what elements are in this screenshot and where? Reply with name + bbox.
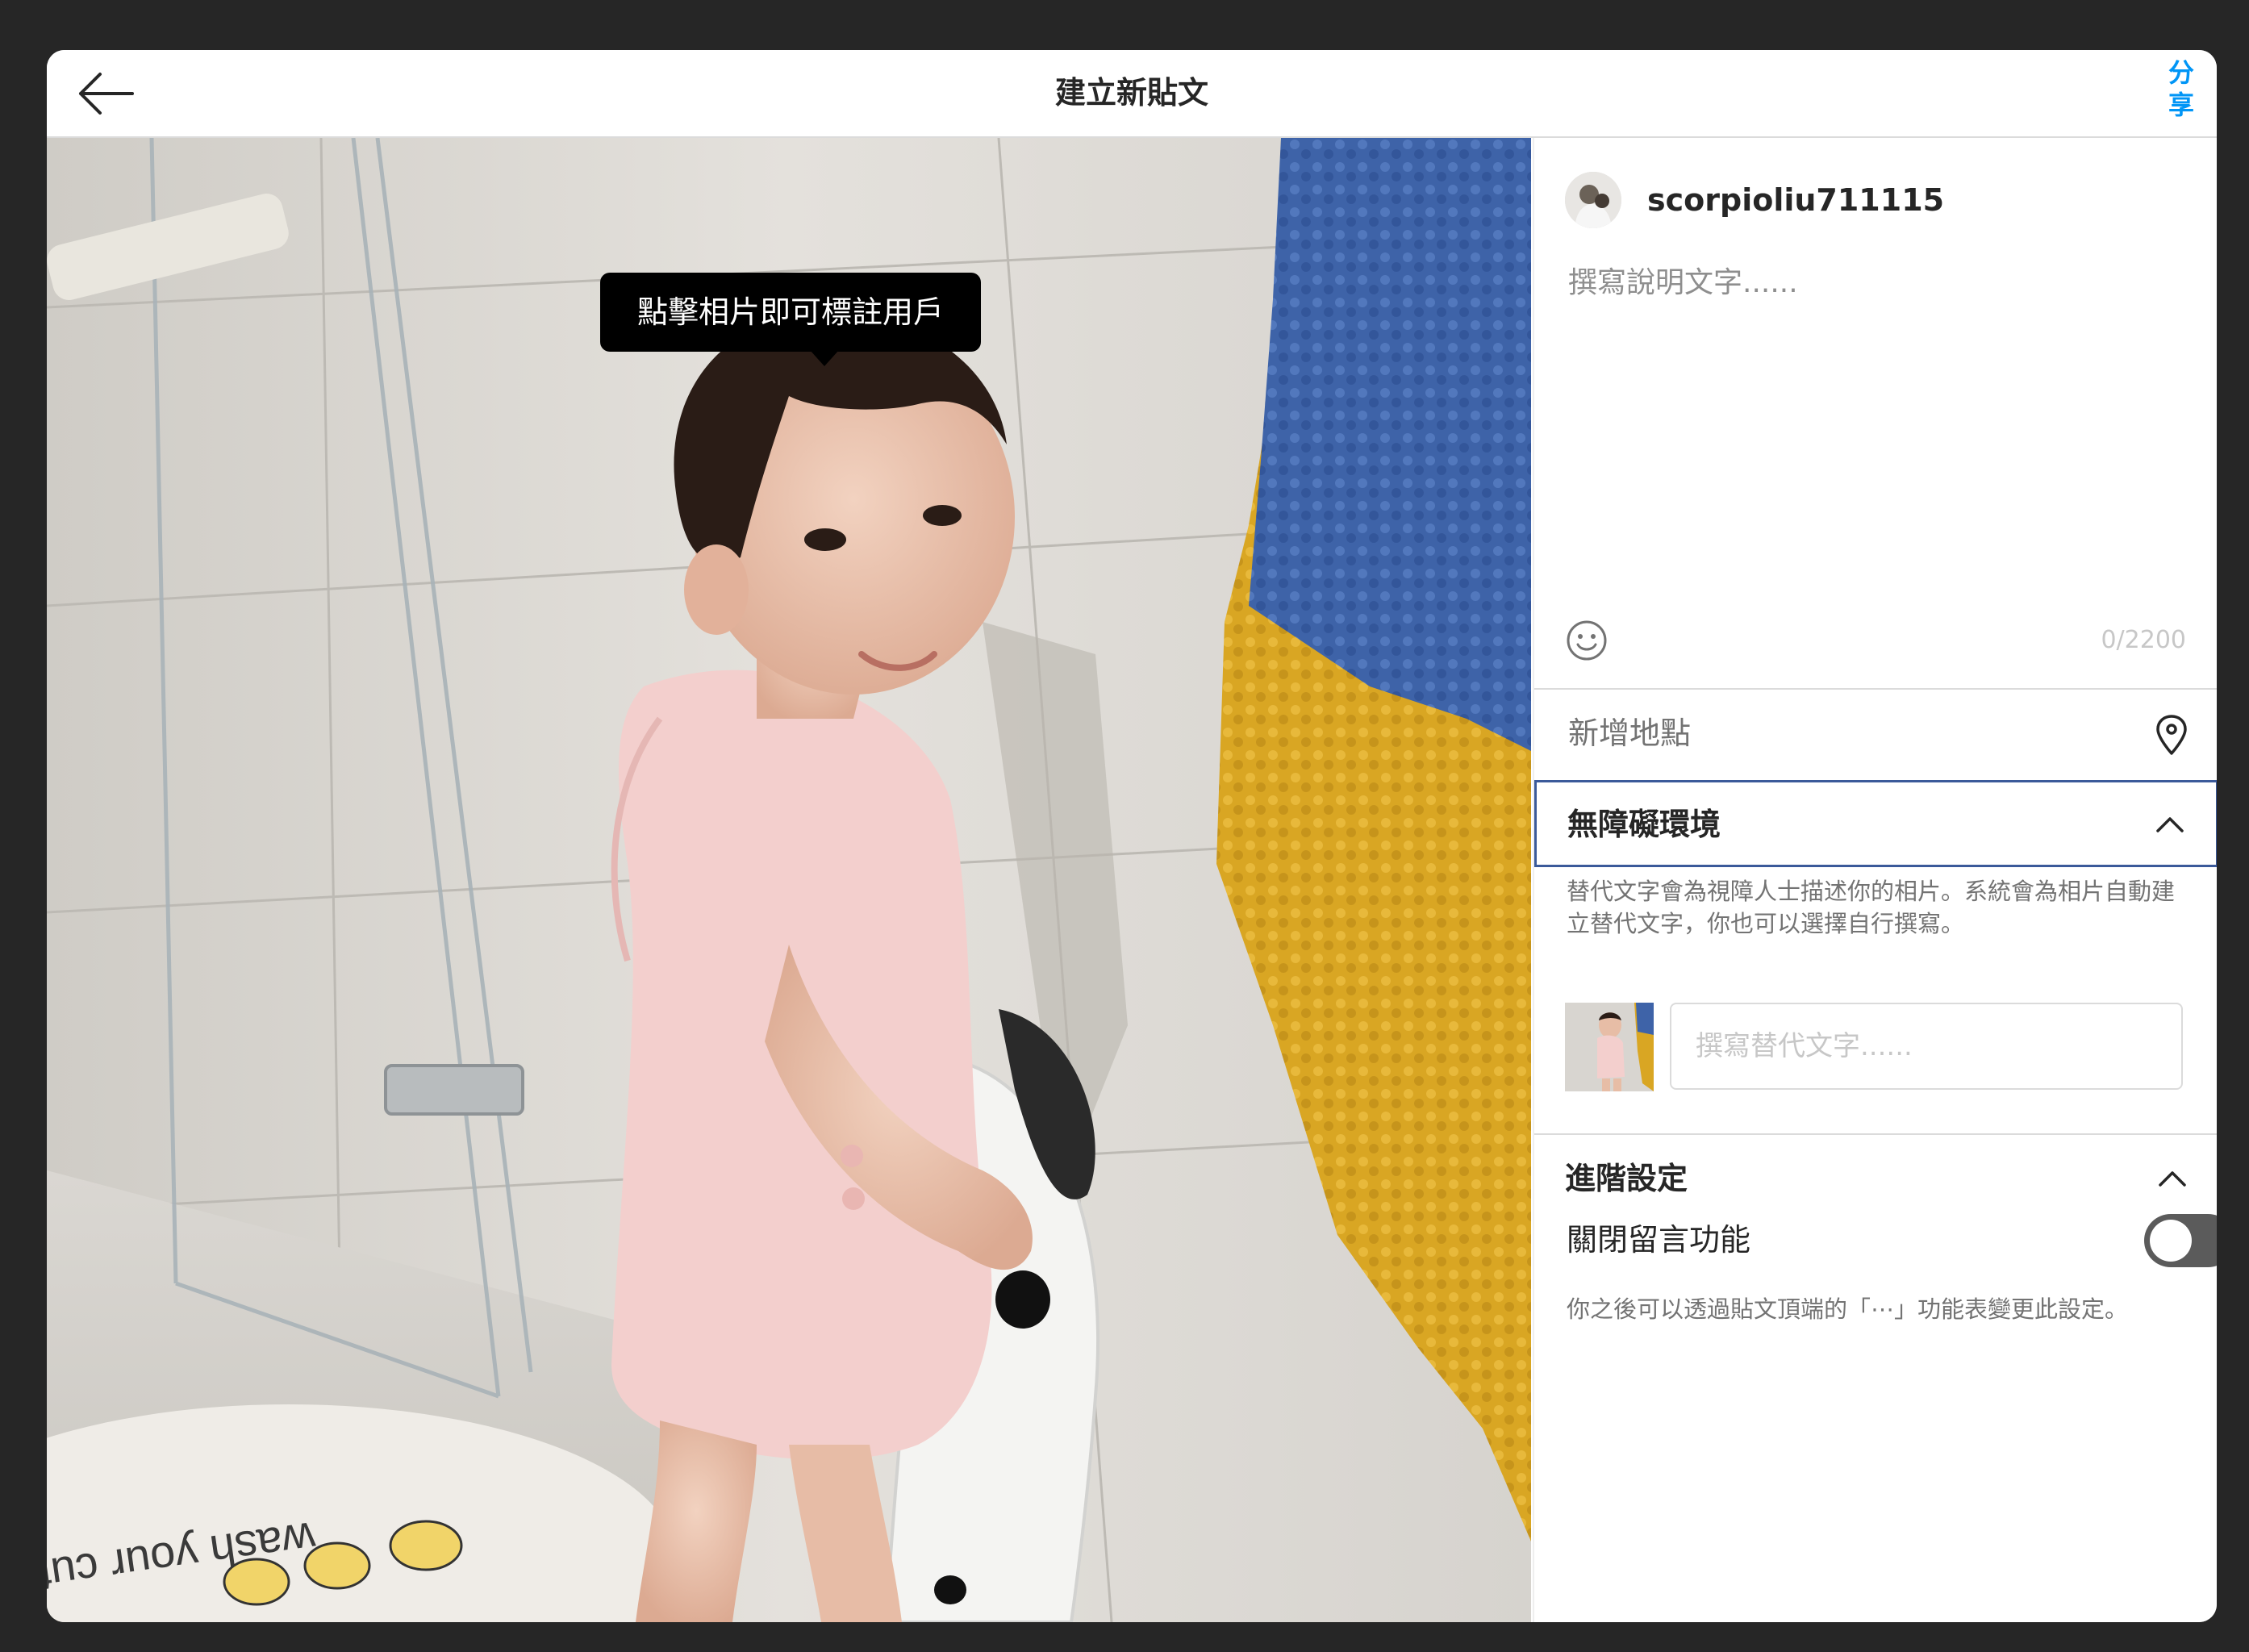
thumbnail-image (1565, 1003, 1654, 1091)
caption-char-count: 0/2200 (2101, 626, 2186, 654)
comments-setting-description: 你之後可以透過貼文頂端的「⋯」功能表變更此設定。 (1567, 1295, 2129, 1323)
chevron-up-icon (2159, 1171, 2186, 1187)
turn-off-comments-label: 關閉留言功能 (1567, 1222, 1751, 1258)
post-details-sidebar: scorpioliu711115 0/2200 新增地點 無障礙環境 (1533, 138, 2217, 1622)
modal-header: 建立新貼文 分享 (47, 50, 2217, 138)
alt-text-thumbnail (1565, 1003, 1654, 1091)
accessibility-section-header[interactable]: 無障礙環境 (1534, 780, 2217, 867)
accessibility-title: 無障礙環境 (1567, 807, 1721, 842)
share-button[interactable]: 分享 (2165, 56, 2197, 121)
page-title: 建立新貼文 (1054, 75, 1208, 111)
caption-input[interactable] (1567, 257, 2189, 567)
avatar (1565, 172, 1621, 228)
username: scorpioliu711115 (1647, 182, 1945, 218)
photo-image: wash your cute (47, 138, 1531, 1622)
alt-text-input[interactable] (1670, 1003, 2183, 1090)
toggle-knob (2150, 1220, 2192, 1262)
create-post-modal: 建立新貼文 分享 wash your cute 點擊相片即可標註用戶 scorp… (47, 50, 2217, 1622)
add-location-label: 新增地點 (1568, 715, 1692, 751)
accessibility-description: 替代文字會為視障人士描述你的相片。系統會為相片自動建立替代文字，你也可以選擇自行… (1567, 878, 2176, 937)
tooltip-arrow (810, 350, 839, 366)
emoji-icon (1567, 620, 1607, 661)
advanced-settings-title: 進階設定 (1565, 1161, 1688, 1196)
location-pin-icon (2156, 715, 2187, 755)
add-location-row[interactable]: 新增地點 (1534, 690, 2217, 778)
avatar-image (1565, 172, 1621, 228)
emoji-button[interactable] (1565, 619, 1609, 662)
tag-users-tooltip: 點擊相片即可標註用戶 (600, 273, 981, 352)
chevron-up-icon (2156, 817, 2184, 832)
advanced-settings-section-header[interactable]: 進階設定 (1534, 1135, 2217, 1224)
post-photo[interactable]: wash your cute 點擊相片即可標註用戶 (47, 138, 1531, 1622)
turn-off-comments-toggle[interactable] (2144, 1214, 2217, 1267)
